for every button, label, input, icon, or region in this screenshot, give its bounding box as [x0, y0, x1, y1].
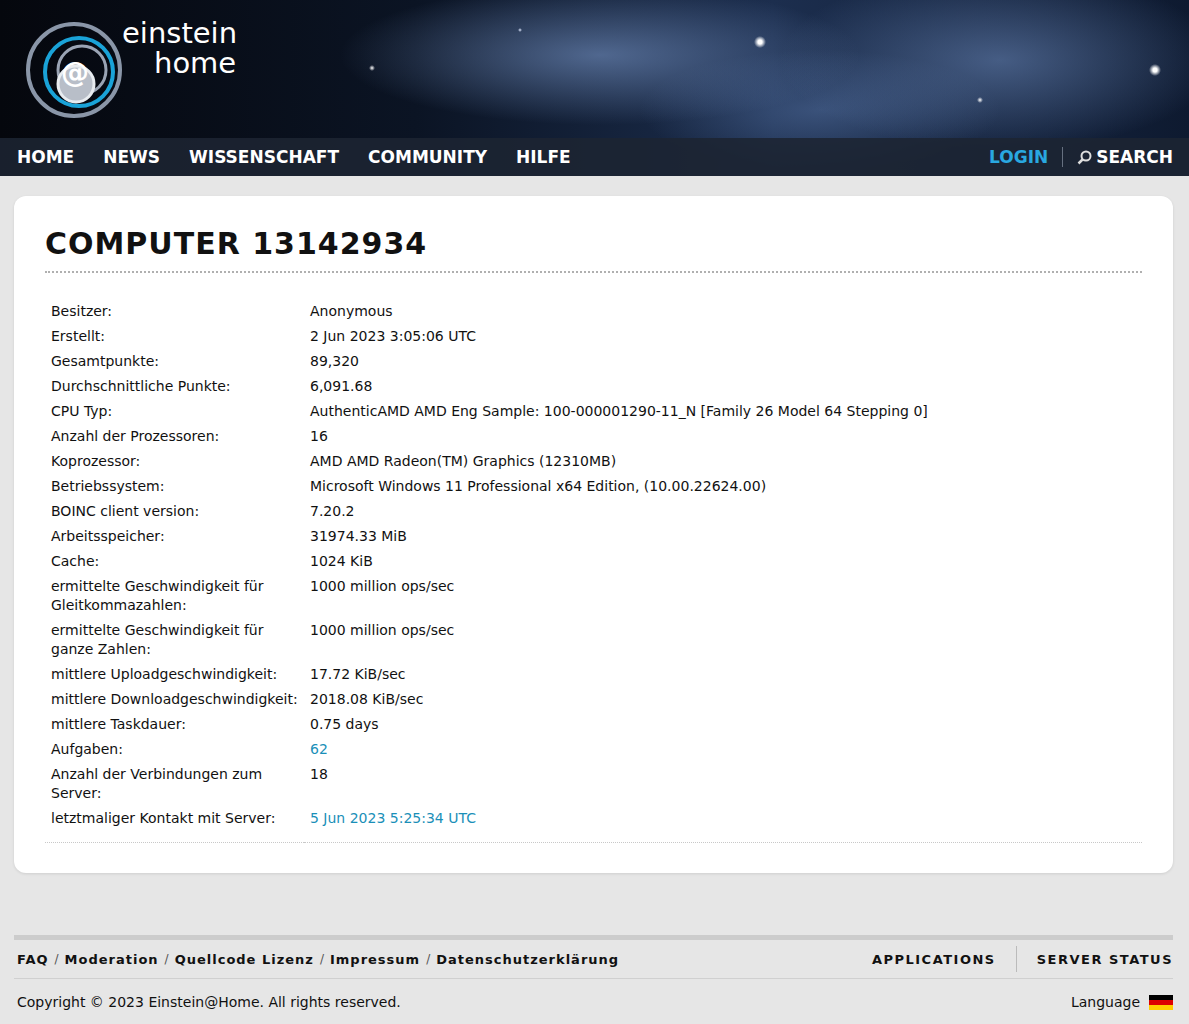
- row-label: Gesamtpunkte:: [45, 349, 304, 374]
- row-value: 7.20.2: [304, 499, 1142, 524]
- row-label: Aufgaben:: [45, 737, 304, 762]
- nav-bar: HOME NEWS WISSENSCHAFT COMMUNITY HILFE LOGIN…: [0, 138, 1189, 176]
- nav-item[interactable]: WISSENSCHAFT: [189, 147, 339, 167]
- row-value: AuthenticAMD AMD Eng Sample: 100-0000012…: [304, 399, 1142, 424]
- link-separator: /: [426, 952, 430, 966]
- row-value[interactable]: 5 Jun 2023 5:25:34 UTC: [304, 806, 1142, 843]
- row-label: mittlere Downloadgeschwindigkeit:: [45, 687, 304, 712]
- login-link[interactable]: LOGIN: [989, 147, 1048, 167]
- row-value: 1000 million ops/sec: [304, 574, 1142, 618]
- page: @ einstein home HOME NEWS WISSENSCHAFT COMM…: [0, 0, 1189, 1024]
- info-row: Gesamtpunkte:89,320: [45, 349, 1142, 374]
- info-row: mittlere Downloadgeschwindigkeit:2018.08…: [45, 687, 1142, 712]
- row-value: 2018.08 KiB/sec: [304, 687, 1142, 712]
- page-title: COMPUTER 13142934: [45, 226, 1142, 273]
- footer-separator: [1016, 946, 1017, 972]
- row-value: AMD AMD Radeon(TM) Graphics (12310MB): [304, 449, 1142, 474]
- nav-item[interactable]: COMMUNITY: [368, 147, 487, 167]
- search-link[interactable]: SEARCH: [1077, 147, 1173, 167]
- info-row: Anzahl der Prozessoren:16: [45, 424, 1142, 449]
- footer-link[interactable]: SERVER STATUS: [1037, 952, 1173, 967]
- footer-link[interactable]: Moderation: [65, 952, 159, 967]
- row-label: letztmaliger Kontakt mit Server:: [45, 806, 304, 843]
- row-value: 1024 KiB: [304, 549, 1142, 574]
- row-label: mittlere Uploadgeschwindigkeit:: [45, 662, 304, 687]
- info-row: Erstellt:2 Jun 2023 3:05:06 UTC: [45, 324, 1142, 349]
- german-flag-icon: [1149, 995, 1173, 1010]
- info-row: mittlere Uploadgeschwindigkeit:17.72 KiB…: [45, 662, 1142, 687]
- row-label: mittlere Taskdauer:: [45, 712, 304, 737]
- logo-at: @: [57, 55, 93, 91]
- info-row: Besitzer:Anonymous: [45, 299, 1142, 324]
- row-label: Arbeitsspeicher:: [45, 524, 304, 549]
- nav-item[interactable]: HOME: [17, 147, 74, 167]
- info-row: mittlere Taskdauer:0.75 days: [45, 712, 1142, 737]
- row-value: Microsoft Windows 11 Professional x64 Ed…: [304, 474, 1142, 499]
- row-label: Anzahl der Verbindungen zum Server:: [45, 762, 304, 806]
- footer-link[interactable]: Datenschutzerklärung: [436, 952, 619, 967]
- value-link[interactable]: 5 Jun 2023 5:25:34 UTC: [310, 810, 476, 826]
- logo-text: einstein: [122, 18, 237, 48]
- nav-item[interactable]: HILFE: [516, 147, 571, 167]
- computer-card: COMPUTER 13142934 Besitzer:AnonymousErst…: [14, 196, 1173, 873]
- row-label: CPU Typ:: [45, 399, 304, 424]
- copyright: Copyright © 2023 Einstein@Home. All righ…: [17, 994, 401, 1010]
- footer-link[interactable]: Quellcode Lizenz: [175, 952, 314, 967]
- info-row: BOINC client version:7.20.2: [45, 499, 1142, 524]
- row-label: Erstellt:: [45, 324, 304, 349]
- info-table: Besitzer:AnonymousErstellt:2 Jun 2023 3:…: [45, 299, 1142, 843]
- magnifier-icon: [1077, 150, 1092, 165]
- footer-link[interactable]: APPLICATIONS: [872, 952, 996, 967]
- info-row: Durchschnittliche Punkte:6,091.68: [45, 374, 1142, 399]
- row-value: 0.75 days: [304, 712, 1142, 737]
- row-value: 89,320: [304, 349, 1142, 374]
- row-label: ermittelte Geschwindigkeit für Gleitkomm…: [45, 574, 304, 618]
- header: @ einstein home HOME NEWS WISSENSCHAFT COMM…: [0, 0, 1189, 176]
- row-value: 31974.33 MiB: [304, 524, 1142, 549]
- info-row: ermittelte Geschwindigkeit für ganze Zah…: [45, 618, 1142, 662]
- row-value: 17.72 KiB/sec: [304, 662, 1142, 687]
- info-row: Cache:1024 KiB: [45, 549, 1142, 574]
- nav-separator: [1062, 147, 1063, 167]
- info-row: letztmaliger Kontakt mit Server: 5 Jun 20…: [45, 806, 1142, 843]
- logo[interactable]: @ einstein home: [0, 0, 1189, 132]
- nav-item[interactable]: NEWS: [103, 147, 160, 167]
- link-separator: /: [165, 952, 169, 966]
- language-switch[interactable]: Language: [1071, 994, 1173, 1010]
- row-value: 2 Jun 2023 3:05:06 UTC: [304, 324, 1142, 349]
- row-value: 1000 million ops/sec: [304, 618, 1142, 662]
- footer: FAQ / Moderation / Quellcode Lizenz / Impre…: [14, 935, 1173, 1024]
- row-value: 18: [304, 762, 1142, 806]
- info-row: Aufgaben: 62: [45, 737, 1142, 762]
- footer-link[interactable]: FAQ: [17, 952, 49, 967]
- row-value: 6,091.68: [304, 374, 1142, 399]
- link-separator: /: [320, 952, 324, 966]
- row-label: Anzahl der Prozessoren:: [45, 424, 304, 449]
- link-separator: /: [55, 952, 59, 966]
- info-row: Koprozessor:AMD AMD Radeon(TM) Graphics …: [45, 449, 1142, 474]
- row-label: Cache:: [45, 549, 304, 574]
- info-row: Betriebssystem:Microsoft Windows 11 Prof…: [45, 474, 1142, 499]
- row-value[interactable]: 62: [304, 737, 1142, 762]
- info-row: CPU Typ:AuthenticAMD AMD Eng Sample: 100…: [45, 399, 1142, 424]
- value-link[interactable]: 62: [310, 741, 328, 757]
- row-label: Koprozessor:: [45, 449, 304, 474]
- row-label: Betriebssystem:: [45, 474, 304, 499]
- info-row: ermittelte Geschwindigkeit für Gleitkomm…: [45, 574, 1142, 618]
- row-label: BOINC client version:: [45, 499, 304, 524]
- info-row: Arbeitsspeicher:31974.33 MiB: [45, 524, 1142, 549]
- row-value: 16: [304, 424, 1142, 449]
- row-label: Besitzer:: [45, 299, 304, 324]
- row-value: Anonymous: [304, 299, 1142, 324]
- logo-text: home: [122, 48, 237, 78]
- info-row: Anzahl der Verbindungen zum Server:18: [45, 762, 1142, 806]
- row-label: ermittelte Geschwindigkeit für ganze Zah…: [45, 618, 304, 662]
- row-label: Durchschnittliche Punkte:: [45, 374, 304, 399]
- footer-link[interactable]: Impressum: [330, 952, 420, 967]
